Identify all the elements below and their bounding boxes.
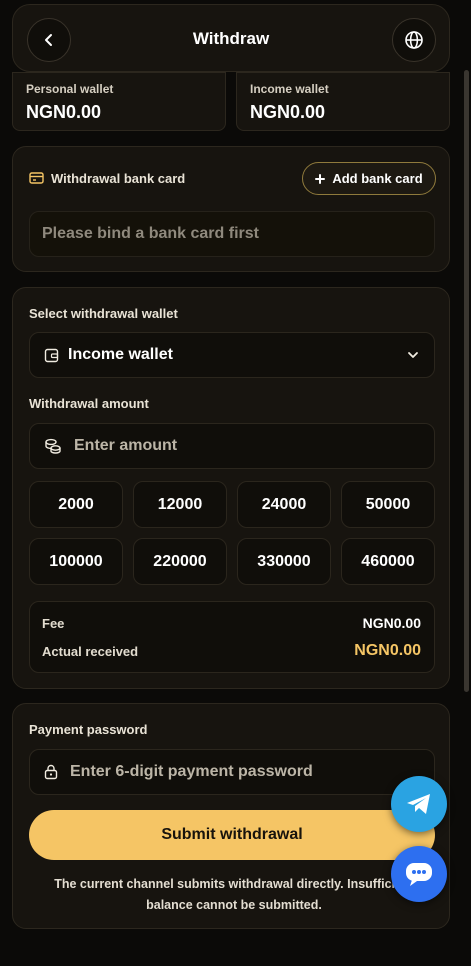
- payment-password-label: Payment password: [29, 722, 148, 737]
- preset-amount-grid: 2000 12000 24000 50000 100000 220000 330…: [29, 481, 435, 585]
- bank-card-title-row: Withdrawal bank card: [29, 171, 185, 186]
- add-bank-card-button[interactable]: Add bank card: [302, 162, 436, 195]
- income-wallet-label: Income wallet: [250, 82, 329, 96]
- chevron-down-icon: [408, 352, 418, 358]
- actual-received-label: Actual received: [42, 644, 139, 659]
- scrollbar[interactable]: [464, 70, 469, 692]
- bank-card-empty-state[interactable]: Please bind a bank card first: [29, 211, 435, 257]
- card-icon: [29, 172, 44, 184]
- add-bank-card-label: Add bank card: [332, 171, 423, 186]
- bank-card-section: Withdrawal bank card Add bank card Pleas…: [12, 146, 450, 272]
- preset-amount-button[interactable]: 50000: [341, 481, 435, 528]
- amount-input[interactable]: [74, 437, 420, 455]
- fee-summary: Fee NGN0.00 Actual received NGN0.00: [29, 601, 435, 673]
- page-title: Withdraw: [192, 29, 270, 48]
- wallet-icon: [44, 348, 59, 362]
- fee-value: NGN0.00: [362, 615, 421, 631]
- payment-password-section: Payment password Submit withdrawal The c…: [12, 703, 450, 929]
- chat-bubble-icon: [406, 863, 432, 886]
- fee-label: Fee: [42, 616, 65, 631]
- amount-input-wrapper: [29, 423, 435, 469]
- coins-icon: [45, 438, 61, 454]
- income-wallet-balance: NGN0.00: [250, 102, 326, 122]
- preset-amount-button[interactable]: 2000: [29, 481, 123, 528]
- language-button[interactable]: [392, 18, 436, 62]
- personal-wallet-card: Personal wallet NGN0.00: [12, 72, 226, 131]
- personal-wallet-balance: NGN0.00: [26, 102, 102, 122]
- preset-amount-button[interactable]: 100000: [29, 538, 123, 585]
- withdraw-page: Withdraw Personal wallet NGN0.00 Income …: [0, 0, 471, 966]
- header-bar: Withdraw: [12, 4, 450, 72]
- preset-amount-button[interactable]: 220000: [133, 538, 227, 585]
- submit-withdrawal-button[interactable]: Submit withdrawal: [29, 810, 435, 860]
- telegram-icon: [407, 794, 430, 814]
- selected-wallet-value: Income wallet: [68, 346, 173, 363]
- withdrawal-notice: The current channel submits withdrawal d…: [54, 877, 414, 912]
- preset-amount-button[interactable]: 460000: [341, 538, 435, 585]
- password-input-wrapper: [29, 749, 435, 795]
- income-wallet-card: Income wallet NGN0.00: [236, 72, 450, 131]
- preset-amount-button[interactable]: 330000: [237, 538, 331, 585]
- actual-received-value: NGN0.00: [354, 642, 421, 659]
- payment-password-input[interactable]: [70, 763, 420, 781]
- withdrawal-form-section: Select withdrawal wallet Income wallet W…: [12, 287, 450, 689]
- personal-wallet-label: Personal wallet: [26, 82, 114, 96]
- lock-icon: [44, 764, 58, 780]
- customer-service-chat-button[interactable]: [391, 846, 447, 902]
- plus-icon: [315, 173, 326, 184]
- bank-card-title: Withdrawal bank card: [51, 171, 186, 186]
- wallet-select-dropdown[interactable]: Income wallet: [29, 332, 435, 378]
- withdrawal-amount-label: Withdrawal amount: [29, 396, 149, 411]
- telegram-button[interactable]: [391, 776, 447, 832]
- preset-amount-button[interactable]: 12000: [133, 481, 227, 528]
- globe-icon: [405, 31, 423, 49]
- preset-amount-button[interactable]: 24000: [237, 481, 331, 528]
- select-wallet-label: Select withdrawal wallet: [29, 306, 178, 321]
